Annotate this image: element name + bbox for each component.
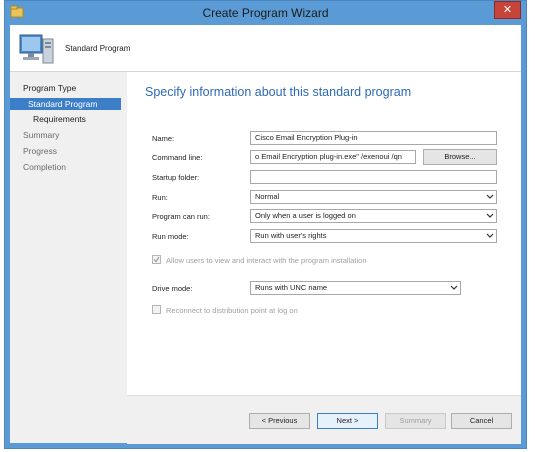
run-select-value: Normal	[255, 192, 280, 201]
chevron-down-icon	[486, 213, 494, 218]
window-title: Create Program Wizard	[202, 6, 329, 20]
wizard-footer: < Previous Next > Summary Cancel	[127, 395, 521, 444]
run-mode-select[interactable]: Run with user's rights	[250, 229, 497, 243]
summary-button[interactable]: Summary	[385, 413, 446, 429]
nav-item-progress: Progress	[23, 146, 58, 156]
program-can-run-value: Only when a user is logged on	[255, 211, 356, 220]
drive-mode-label: Drive mode:	[152, 284, 193, 293]
startup-folder-field[interactable]	[250, 170, 497, 184]
cancel-button[interactable]: Cancel	[451, 413, 512, 429]
next-button[interactable]: Next >	[317, 413, 378, 429]
chevron-down-icon	[450, 285, 458, 290]
name-label: Name:	[152, 134, 175, 143]
chevron-down-icon	[486, 233, 494, 238]
allow-interact-label: Allow users to view and interact with th…	[166, 256, 367, 265]
reconnect-checkbox[interactable]	[152, 305, 161, 314]
nav-item-requirements: Requirements	[33, 114, 86, 124]
command-line-label: Command line:	[152, 153, 203, 162]
banner-label: Standard Program	[65, 44, 131, 53]
browse-button[interactable]: Browse...	[423, 149, 497, 165]
close-button[interactable]: ✕	[494, 1, 521, 19]
program-can-run-select[interactable]: Only when a user is logged on	[250, 209, 497, 223]
reconnect-label: Reconnect to distribution point at log o…	[166, 306, 298, 315]
client-area: Standard Program Program Type Standard P…	[10, 25, 521, 444]
run-select[interactable]: Normal	[250, 190, 497, 204]
allow-interact-checkbox[interactable]	[152, 255, 161, 264]
chevron-down-icon	[486, 194, 494, 199]
program-can-run-label: Program can run:	[152, 212, 210, 221]
computer-icon	[19, 34, 54, 64]
nav-item-program-type: Program Type	[23, 83, 77, 93]
page-heading: Specify information about this standard …	[145, 85, 412, 99]
nav-item-completion: Completion	[23, 162, 66, 172]
startup-folder-label: Startup folder:	[152, 173, 200, 182]
nav-item-standard-program: Standard Program	[10, 98, 121, 110]
wizard-banner: Standard Program	[10, 25, 521, 72]
run-mode-value: Run with user's rights	[255, 231, 327, 240]
run-mode-label: Run mode:	[152, 232, 189, 241]
previous-button[interactable]: < Previous	[249, 413, 310, 429]
wizard-window: Create Program Wizard ✕ Standard Program…	[4, 0, 527, 449]
run-label: Run:	[152, 193, 168, 202]
name-field[interactable]: Cisco Email Encryption Plug-in	[250, 131, 497, 145]
nav-item-summary: Summary	[23, 130, 60, 140]
wizard-page: Specify information about this standard …	[127, 72, 521, 395]
wizard-nav: Program Type Standard Program Requiremen…	[10, 72, 127, 443]
drive-mode-value: Runs with UNC name	[255, 283, 328, 292]
checkmark-icon	[153, 256, 160, 263]
drive-mode-select[interactable]: Runs with UNC name	[250, 281, 461, 295]
title-bar[interactable]: Create Program Wizard ✕	[5, 1, 526, 25]
command-line-field[interactable]: o Email Encryption plug-in.exe" /exenoui…	[250, 150, 416, 164]
